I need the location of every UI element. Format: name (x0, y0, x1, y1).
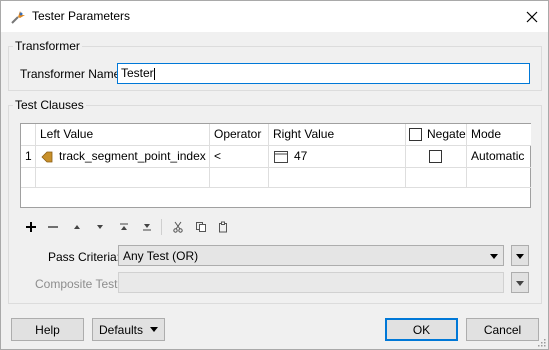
mode-cell[interactable]: Automatic (467, 146, 531, 168)
remove-icon (48, 226, 58, 228)
defaults-label: Defaults (98, 322, 144, 337)
defaults-button[interactable]: Defaults (92, 318, 165, 341)
close-button[interactable] (516, 1, 548, 32)
ok-button[interactable]: OK (385, 318, 458, 341)
column-header-mode[interactable]: Mode (467, 124, 531, 146)
test-clauses-table: Left Value Operator Right Value Negate M… (20, 123, 531, 208)
cut-button[interactable] (170, 219, 186, 235)
column-header-left-value[interactable]: Left Value (36, 124, 210, 146)
move-up-icon (74, 225, 80, 229)
move-bottom-icon (143, 224, 151, 231)
empty-mode-cell[interactable] (467, 168, 531, 188)
cut-icon (173, 221, 183, 233)
operator-cell[interactable]: < (210, 146, 269, 168)
chevron-down-icon (150, 327, 159, 332)
empty-operator-cell[interactable] (210, 168, 269, 188)
pass-criteria-value: Any Test (OR) (123, 249, 199, 263)
copy-icon (196, 222, 206, 232)
composite-test-input[interactable] (118, 272, 504, 293)
column-header-operator[interactable]: Operator (210, 124, 269, 146)
copy-button[interactable] (193, 219, 209, 235)
negate-all-checkbox[interactable] (409, 128, 422, 141)
constant-value-icon (274, 151, 288, 163)
left-value-text: track_segment_point_index (59, 149, 206, 163)
add-row-button[interactable] (23, 219, 39, 235)
negate-checkbox[interactable] (429, 150, 442, 163)
row-header-corner (21, 124, 36, 146)
pass-criteria-label: Pass Criteria: (48, 250, 121, 264)
negate-header-label: Negate (427, 127, 466, 141)
empty-left-value-cell[interactable] (36, 168, 210, 188)
transformer-name-value: Tester (121, 66, 154, 80)
move-top-button[interactable] (116, 219, 132, 235)
move-down-icon (97, 225, 103, 229)
right-value-text: 47 (294, 149, 308, 163)
remove-row-button[interactable] (45, 219, 61, 235)
resize-grip-icon[interactable] (536, 337, 546, 347)
composite-test-label: Composite Test: (35, 277, 121, 291)
move-bottom-button[interactable] (139, 219, 155, 235)
close-icon (526, 11, 538, 22)
toolbar-separator (161, 219, 162, 235)
empty-right-value-cell[interactable] (269, 168, 406, 188)
column-header-right-value[interactable]: Right Value (269, 124, 406, 146)
pass-criteria-options-button[interactable] (511, 245, 529, 266)
right-value-cell[interactable]: 47 (269, 146, 406, 168)
pass-criteria-dropdown[interactable]: Any Test (OR) (118, 245, 504, 266)
transformer-name-label: Transformer Name: (20, 67, 124, 81)
move-top-icon (120, 223, 128, 230)
add-icon (26, 222, 36, 232)
test-clauses-group-label: Test Clauses (13, 98, 86, 112)
text-cursor (153, 67, 155, 80)
chevron-down-icon (516, 254, 524, 259)
fme-transformer-icon (10, 9, 26, 25)
empty-negate-cell (406, 168, 467, 188)
cancel-button[interactable]: Cancel (466, 318, 539, 341)
empty-row-number (21, 168, 36, 188)
transformer-group-label: Transformer (13, 39, 82, 53)
paste-button[interactable] (215, 219, 231, 235)
negate-cell (406, 146, 467, 168)
composite-test-options-button[interactable] (511, 272, 529, 293)
attribute-value-icon (41, 151, 53, 163)
help-button[interactable]: Help (11, 318, 84, 341)
title-bar: Tester Parameters (1, 1, 548, 32)
window-title: Tester Parameters (32, 9, 131, 23)
move-down-button[interactable] (92, 219, 108, 235)
row-number: 1 (21, 146, 36, 168)
chevron-down-icon (490, 254, 498, 259)
paste-icon (219, 221, 227, 233)
column-header-negate[interactable]: Negate (406, 124, 467, 146)
transformer-name-input[interactable]: Tester (117, 63, 530, 84)
move-up-button[interactable] (69, 219, 85, 235)
tester-parameters-dialog: Tester Parameters Transformer Transforme… (0, 0, 549, 350)
chevron-down-icon (516, 281, 524, 286)
left-value-cell[interactable]: track_segment_point_index (36, 146, 210, 168)
